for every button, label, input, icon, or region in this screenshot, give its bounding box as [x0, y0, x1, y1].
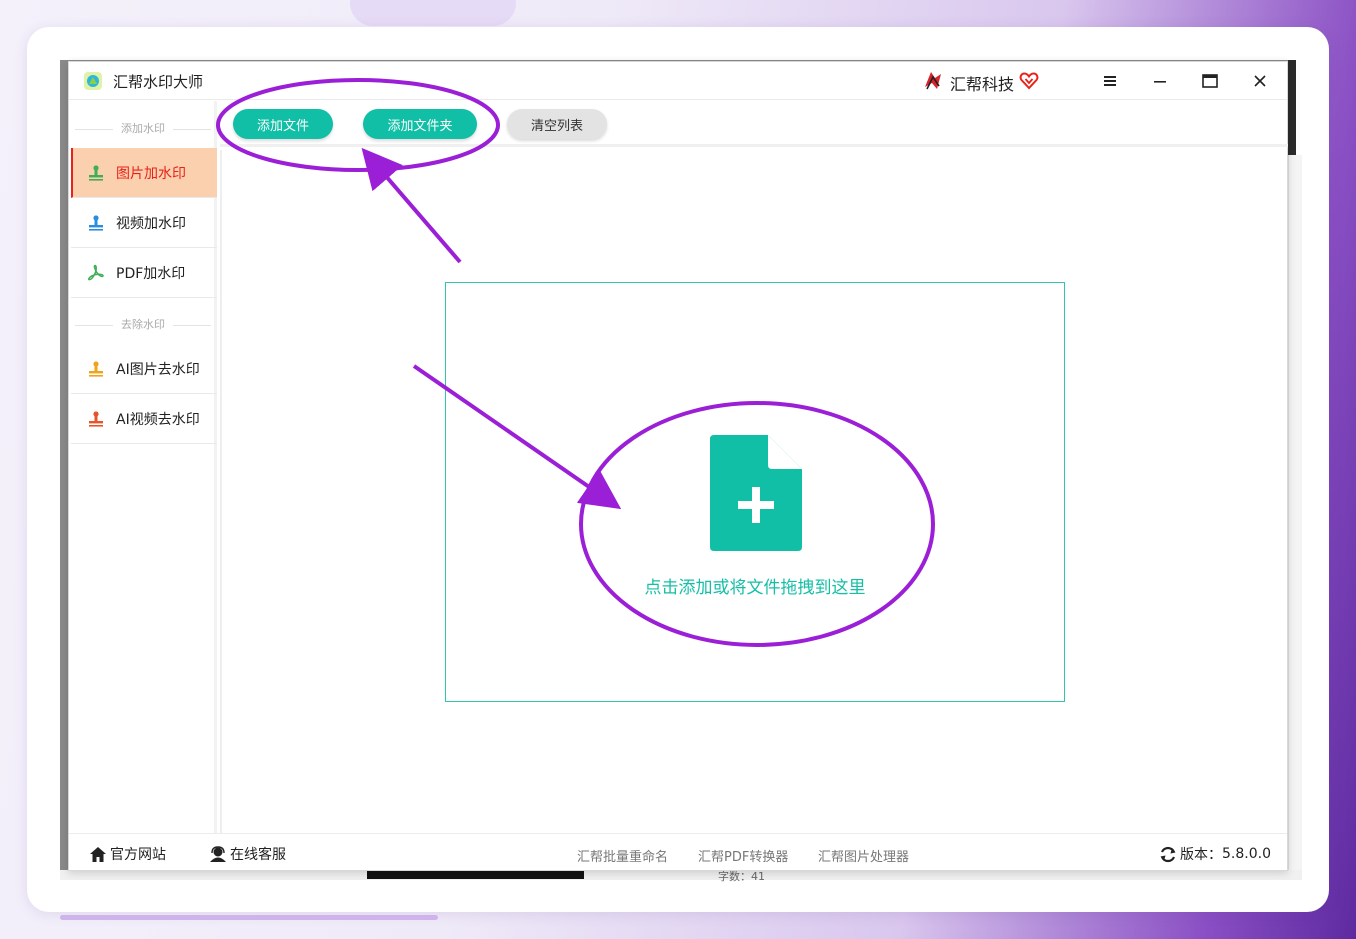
section-label-remove-watermark: 去除水印	[69, 315, 217, 335]
link-pdf-converter[interactable]: 汇帮PDF转换器	[698, 846, 788, 865]
website-label: 官方网站	[110, 847, 166, 863]
minimize-icon	[1154, 81, 1166, 83]
website-link[interactable]: 官方网站	[89, 844, 166, 864]
toolbar: 添加文件 添加文件夹 清空列表	[220, 101, 1288, 147]
close-icon	[1254, 75, 1266, 87]
add-file-icon	[710, 435, 802, 551]
app-logo-icon	[84, 72, 102, 90]
support-icon	[210, 845, 226, 862]
menu-button[interactable]	[1090, 66, 1130, 96]
drop-zone[interactable]: 点击添加或将文件拖拽到这里	[445, 282, 1065, 702]
ai-image-remove-icon	[89, 360, 103, 377]
close-button[interactable]	[1240, 66, 1280, 96]
section-label-add-watermark: 添加水印	[69, 119, 217, 139]
refresh-icon	[1160, 846, 1176, 862]
sidebar-item-label: 视频加水印	[116, 215, 186, 232]
link-batch-rename[interactable]: 汇帮批量重命名	[577, 846, 668, 865]
link-image-processor[interactable]: 汇帮图片处理器	[818, 846, 909, 865]
sidebar-item-label: AI图片去水印	[116, 361, 200, 378]
clear-list-button[interactable]: 清空列表	[507, 109, 607, 139]
pdf-icon	[88, 264, 104, 280]
app-window: 汇帮水印大师 汇帮科技 添加水印 图片加水印 视频加水印 PDF加水印 去除水印…	[68, 61, 1288, 871]
sidebar: 添加水印 图片加水印 视频加水印 PDF加水印 去除水印 AI图片去水印 AI视…	[69, 101, 217, 833]
background-window-panel	[1288, 155, 1302, 880]
hamburger-icon	[1104, 76, 1116, 86]
title-bar: 汇帮水印大师 汇帮科技	[69, 62, 1287, 100]
maximize-button[interactable]	[1190, 66, 1230, 96]
version-info[interactable]: 版本： 5.8.0.0	[1159, 844, 1271, 864]
ai-video-remove-icon	[89, 410, 103, 427]
heart-icon[interactable]	[1019, 71, 1039, 91]
background-window-edge	[1288, 60, 1296, 155]
support-link[interactable]: 在线客服	[209, 844, 286, 864]
brand-name: 汇帮科技	[950, 75, 1015, 94]
decorative-bar	[60, 915, 438, 920]
sidebar-item-label: AI视频去水印	[116, 411, 200, 428]
file-list-area: 点击添加或将文件拖拽到这里	[220, 150, 1287, 833]
status-bar: 官方网站 在线客服 汇帮批量重命名 汇帮PDF转换器 汇帮图片处理器 版本： 5…	[69, 833, 1287, 870]
sidebar-item-video-watermark[interactable]: 视频加水印	[71, 198, 217, 248]
video-watermark-icon	[89, 214, 103, 231]
add-folder-button[interactable]: 添加文件夹	[363, 109, 477, 139]
drop-zone-hint: 点击添加或将文件拖拽到这里	[644, 578, 866, 598]
brand-logo-icon	[925, 72, 941, 90]
support-label: 在线客服	[230, 847, 286, 863]
image-watermark-icon	[89, 164, 103, 181]
sidebar-item-label: 图片加水印	[116, 165, 186, 182]
background-blob	[350, 0, 516, 26]
version-label: 版本：	[1180, 847, 1222, 863]
add-file-button[interactable]: 添加文件	[233, 109, 333, 139]
version-number: 5.8.0.0	[1222, 846, 1271, 862]
sidebar-item-pdf-watermark[interactable]: PDF加水印	[71, 248, 217, 298]
maximize-icon	[1202, 74, 1218, 88]
minimize-button[interactable]	[1140, 66, 1180, 96]
sidebar-item-ai-video-remove[interactable]: AI视频去水印	[71, 394, 217, 444]
home-icon	[90, 846, 106, 862]
sidebar-item-image-watermark[interactable]: 图片加水印	[71, 148, 217, 198]
background-taskbar-segment	[367, 870, 584, 879]
app-title: 汇帮水印大师	[113, 73, 204, 91]
sidebar-item-ai-image-remove[interactable]: AI图片去水印	[71, 344, 217, 394]
background-window-bottom	[60, 870, 1302, 880]
sidebar-item-label: PDF加水印	[116, 265, 186, 282]
